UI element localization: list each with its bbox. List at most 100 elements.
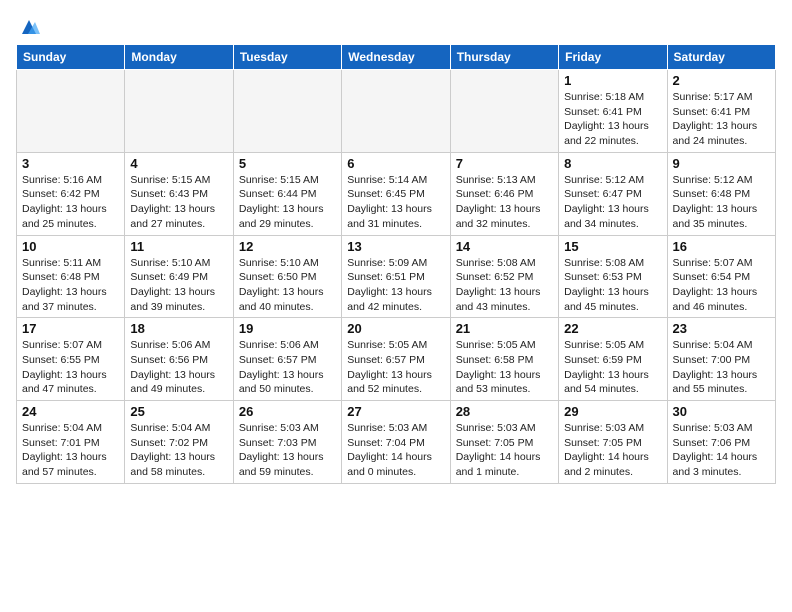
day-number: 4 [130, 156, 227, 171]
calendar-cell: 5 Sunrise: 5:15 AM Sunset: 6:44 PM Daylig… [233, 152, 341, 235]
calendar-cell: 11 Sunrise: 5:10 AM Sunset: 6:49 PM Dayli… [125, 235, 233, 318]
calendar-cell: 16 Sunrise: 5:07 AM Sunset: 6:54 PM Dayli… [667, 235, 775, 318]
calendar-week-1: 1Sunrise: 5:18 AM Sunset: 6:41 PM Daylig… [17, 70, 776, 153]
day-info: Sunrise: 5:15 AM Sunset: 6:44 PM Dayligh… [239, 173, 336, 232]
day-info: Sunrise: 5:04 AM Sunset: 7:00 PM Dayligh… [673, 338, 770, 397]
calendar-cell [342, 70, 450, 153]
calendar-cell: 20Sunrise: 5:05 AM Sunset: 6:57 PM Dayli… [342, 318, 450, 401]
calendar-header: SundayMondayTuesdayWednesdayThursdayFrid… [17, 45, 776, 70]
day-info: Sunrise: 5:06 AM Sunset: 6:56 PM Dayligh… [130, 338, 227, 397]
calendar-cell: 23 Sunrise: 5:04 AM Sunset: 7:00 PM Dayli… [667, 318, 775, 401]
day-number: 26 [239, 404, 336, 419]
day-info: Sunrise: 5:15 AM Sunset: 6:43 PM Dayligh… [130, 173, 227, 232]
calendar-cell: 22 Sunrise: 5:05 AM Sunset: 6:59 PM Dayli… [559, 318, 667, 401]
day-info: Sunrise: 5:18 AM Sunset: 6:41 PM Dayligh… [564, 90, 661, 149]
calendar-cell: 18 Sunrise: 5:06 AM Sunset: 6:56 PM Dayli… [125, 318, 233, 401]
calendar-cell: 25 Sunrise: 5:04 AM Sunset: 7:02 PM Dayli… [125, 401, 233, 484]
calendar-cell: 1Sunrise: 5:18 AM Sunset: 6:41 PM Daylig… [559, 70, 667, 153]
day-number: 5 [239, 156, 336, 171]
day-number: 30 [673, 404, 770, 419]
day-number: 22 [564, 321, 661, 336]
day-number: 7 [456, 156, 553, 171]
calendar-cell: 24 Sunrise: 5:04 AM Sunset: 7:01 PM Dayli… [17, 401, 125, 484]
weekday-header-monday: Monday [125, 45, 233, 70]
day-info: Sunrise: 5:04 AM Sunset: 7:01 PM Dayligh… [22, 421, 119, 480]
calendar-cell: 17 Sunrise: 5:07 AM Sunset: 6:55 PM Dayli… [17, 318, 125, 401]
calendar-week-2: 3 Sunrise: 5:16 AM Sunset: 6:42 PM Daylig… [17, 152, 776, 235]
day-number: 8 [564, 156, 661, 171]
day-info: Sunrise: 5:11 AM Sunset: 6:48 PM Dayligh… [22, 256, 119, 315]
day-number: 21 [456, 321, 553, 336]
day-number: 9 [673, 156, 770, 171]
day-number: 29 [564, 404, 661, 419]
calendar-cell: 2 Sunrise: 5:17 AM Sunset: 6:41 PM Daylig… [667, 70, 775, 153]
calendar-cell [450, 70, 558, 153]
day-number: 15 [564, 239, 661, 254]
calendar-table: SundayMondayTuesdayWednesdayThursdayFrid… [16, 44, 776, 484]
logo-icon [18, 16, 40, 38]
calendar-cell: 10 Sunrise: 5:11 AM Sunset: 6:48 PM Dayli… [17, 235, 125, 318]
calendar-cell: 12Sunrise: 5:10 AM Sunset: 6:50 PM Dayli… [233, 235, 341, 318]
weekday-header-row: SundayMondayTuesdayWednesdayThursdayFrid… [17, 45, 776, 70]
calendar-cell [125, 70, 233, 153]
calendar-cell: 6 Sunrise: 5:14 AM Sunset: 6:45 PM Daylig… [342, 152, 450, 235]
day-number: 2 [673, 73, 770, 88]
weekday-header-sunday: Sunday [17, 45, 125, 70]
day-info: Sunrise: 5:12 AM Sunset: 6:48 PM Dayligh… [673, 173, 770, 232]
calendar-body: 1Sunrise: 5:18 AM Sunset: 6:41 PM Daylig… [17, 70, 776, 484]
day-number: 13 [347, 239, 444, 254]
day-number: 18 [130, 321, 227, 336]
calendar-cell [17, 70, 125, 153]
day-info: Sunrise: 5:03 AM Sunset: 7:06 PM Dayligh… [673, 421, 770, 480]
day-info: Sunrise: 5:04 AM Sunset: 7:02 PM Dayligh… [130, 421, 227, 480]
day-number: 24 [22, 404, 119, 419]
calendar-cell: 19 Sunrise: 5:06 AM Sunset: 6:57 PM Dayli… [233, 318, 341, 401]
calendar-cell: 7 Sunrise: 5:13 AM Sunset: 6:46 PM Daylig… [450, 152, 558, 235]
day-info: Sunrise: 5:17 AM Sunset: 6:41 PM Dayligh… [673, 90, 770, 149]
day-info: Sunrise: 5:10 AM Sunset: 6:49 PM Dayligh… [130, 256, 227, 315]
day-info: Sunrise: 5:03 AM Sunset: 7:03 PM Dayligh… [239, 421, 336, 480]
day-number: 11 [130, 239, 227, 254]
weekday-header-tuesday: Tuesday [233, 45, 341, 70]
calendar-cell: 15Sunrise: 5:08 AM Sunset: 6:53 PM Dayli… [559, 235, 667, 318]
calendar-cell: 3 Sunrise: 5:16 AM Sunset: 6:42 PM Daylig… [17, 152, 125, 235]
weekday-header-wednesday: Wednesday [342, 45, 450, 70]
calendar-week-4: 17 Sunrise: 5:07 AM Sunset: 6:55 PM Dayli… [17, 318, 776, 401]
weekday-header-friday: Friday [559, 45, 667, 70]
day-info: Sunrise: 5:09 AM Sunset: 6:51 PM Dayligh… [347, 256, 444, 315]
day-info: Sunrise: 5:03 AM Sunset: 7:04 PM Dayligh… [347, 421, 444, 480]
day-info: Sunrise: 5:07 AM Sunset: 6:55 PM Dayligh… [22, 338, 119, 397]
calendar-cell: 27 Sunrise: 5:03 AM Sunset: 7:04 PM Dayli… [342, 401, 450, 484]
day-info: Sunrise: 5:07 AM Sunset: 6:54 PM Dayligh… [673, 256, 770, 315]
day-number: 23 [673, 321, 770, 336]
day-info: Sunrise: 5:06 AM Sunset: 6:57 PM Dayligh… [239, 338, 336, 397]
calendar-cell: 21Sunrise: 5:05 AM Sunset: 6:58 PM Dayli… [450, 318, 558, 401]
day-info: Sunrise: 5:16 AM Sunset: 6:42 PM Dayligh… [22, 173, 119, 232]
day-number: 16 [673, 239, 770, 254]
day-info: Sunrise: 5:14 AM Sunset: 6:45 PM Dayligh… [347, 173, 444, 232]
weekday-header-thursday: Thursday [450, 45, 558, 70]
day-number: 28 [456, 404, 553, 419]
day-number: 3 [22, 156, 119, 171]
day-number: 25 [130, 404, 227, 419]
logo [16, 20, 40, 38]
calendar-cell: 14Sunrise: 5:08 AM Sunset: 6:52 PM Dayli… [450, 235, 558, 318]
calendar-week-5: 24 Sunrise: 5:04 AM Sunset: 7:01 PM Dayli… [17, 401, 776, 484]
calendar-cell: 13 Sunrise: 5:09 AM Sunset: 6:51 PM Dayli… [342, 235, 450, 318]
calendar-cell: 4 Sunrise: 5:15 AM Sunset: 6:43 PM Daylig… [125, 152, 233, 235]
day-info: Sunrise: 5:13 AM Sunset: 6:46 PM Dayligh… [456, 173, 553, 232]
calendar-cell: 30 Sunrise: 5:03 AM Sunset: 7:06 PM Dayli… [667, 401, 775, 484]
day-number: 19 [239, 321, 336, 336]
day-number: 27 [347, 404, 444, 419]
day-number: 10 [22, 239, 119, 254]
day-info: Sunrise: 5:08 AM Sunset: 6:52 PM Dayligh… [456, 256, 553, 315]
calendar-week-3: 10 Sunrise: 5:11 AM Sunset: 6:48 PM Dayli… [17, 235, 776, 318]
day-number: 17 [22, 321, 119, 336]
day-info: Sunrise: 5:05 AM Sunset: 6:59 PM Dayligh… [564, 338, 661, 397]
day-number: 6 [347, 156, 444, 171]
calendar-cell [233, 70, 341, 153]
weekday-header-saturday: Saturday [667, 45, 775, 70]
day-info: Sunrise: 5:03 AM Sunset: 7:05 PM Dayligh… [456, 421, 553, 480]
day-info: Sunrise: 5:12 AM Sunset: 6:47 PM Dayligh… [564, 173, 661, 232]
calendar-cell: 9 Sunrise: 5:12 AM Sunset: 6:48 PM Daylig… [667, 152, 775, 235]
